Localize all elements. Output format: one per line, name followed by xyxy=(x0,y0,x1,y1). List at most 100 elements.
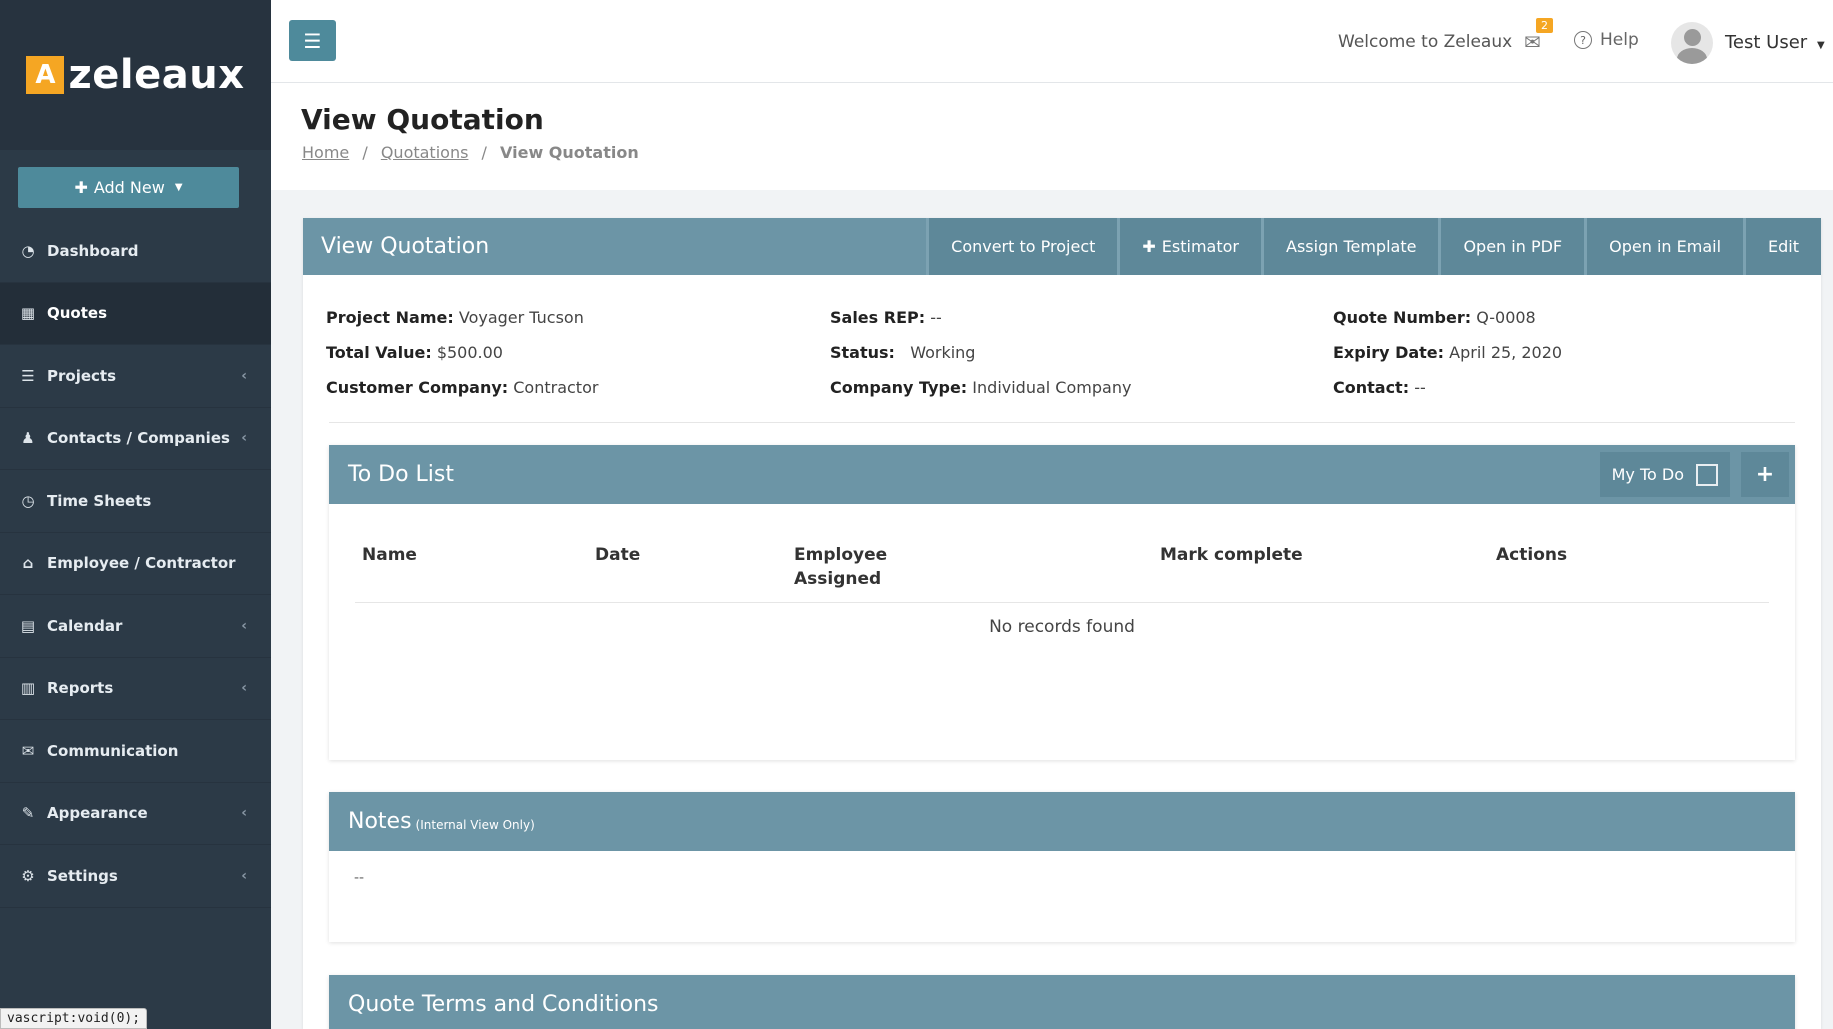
user-menu[interactable]: Test User ▼ xyxy=(1725,32,1825,53)
quotation-card: View Quotation Convert to Project ✚ Esti… xyxy=(303,218,1821,1029)
expiry-date-value: April 25, 2020 xyxy=(1449,343,1563,362)
card-title: View Quotation xyxy=(321,234,490,259)
open-in-pdf-button[interactable]: Open in PDF xyxy=(1438,218,1585,275)
sidebar-nav: ◔ Dashboard ▦ Quotes ☰ Projects ‹ ♟ Cont… xyxy=(0,220,271,908)
estimator-label: Estimator xyxy=(1161,237,1239,256)
empty-state: No records found xyxy=(989,617,1135,637)
help-link[interactable]: ? Help xyxy=(1574,30,1639,50)
my-todo-checkbox[interactable] xyxy=(1696,463,1718,486)
sales-rep-value: -- xyxy=(930,308,942,327)
contact-label: Contact: xyxy=(1333,378,1410,397)
breadcrumb-home[interactable]: Home xyxy=(302,143,349,162)
sidebar-item-label: Appearance xyxy=(47,804,148,823)
quote-number-value: Q-0008 xyxy=(1476,308,1536,327)
info-column-3: Quote Number: Q-0008 Expiry Date: April … xyxy=(1333,300,1562,405)
menu-toggle-button[interactable]: ☰ xyxy=(289,20,336,61)
sidebar-item-communication[interactable]: ✉ Communication xyxy=(0,720,271,783)
user-icon: ♟ xyxy=(21,429,35,448)
customer-company-row: Customer Company: Contractor xyxy=(326,370,598,405)
status-label: Status: xyxy=(830,343,895,362)
page-header: View Quotation Home / Quotations / View … xyxy=(271,83,1833,190)
divider xyxy=(329,422,1795,423)
sidebar-item-employee[interactable]: ⌂ Employee / Contractor xyxy=(0,533,271,595)
sidebar-item-label: Time Sheets xyxy=(47,491,152,510)
caret-down-icon: ▼ xyxy=(1816,40,1825,51)
logo[interactable]: A zeleaux xyxy=(0,0,271,150)
chevron-left-icon: ‹ xyxy=(241,367,247,384)
sidebar-item-label: Employee / Contractor xyxy=(47,554,236,573)
sidebar-item-label: Settings xyxy=(47,866,118,885)
mail-count-badge: 2 xyxy=(1536,18,1553,33)
sidebar-item-label: Quotes xyxy=(47,304,108,323)
total-value-row: Total Value: $500.00 xyxy=(326,335,598,370)
terms-panel: Quote Terms and Conditions xyxy=(329,975,1795,1029)
sidebar-item-contacts[interactable]: ♟ Contacts / Companies ‹ xyxy=(0,408,271,470)
contact-row: Contact: -- xyxy=(1333,370,1562,405)
project-name-value: Voyager Tucson xyxy=(458,308,584,327)
messages-button[interactable]: ✉ 2 xyxy=(1524,18,1553,54)
estimator-button[interactable]: ✚ Estimator xyxy=(1117,218,1261,275)
company-type-value: Individual Company xyxy=(972,378,1132,397)
sidebar-item-time-sheets[interactable]: ◷ Time Sheets xyxy=(0,470,271,533)
breadcrumb: Home / Quotations / View Quotation xyxy=(302,143,639,162)
total-value-value: $500.00 xyxy=(436,343,503,362)
avatar[interactable] xyxy=(1671,22,1713,64)
avatar-body xyxy=(1677,48,1707,64)
topbar: ☰ Welcome to Zeleaux ✉ 2 ? Help Test Use… xyxy=(271,0,1833,83)
column-header-date: Date xyxy=(595,545,641,565)
assign-template-button[interactable]: Assign Template xyxy=(1261,218,1439,275)
calculator-icon: ▦ xyxy=(20,304,36,323)
chevron-left-icon: ‹ xyxy=(241,430,247,447)
page-title: View Quotation xyxy=(301,103,544,136)
column-header-mark-complete: Mark complete xyxy=(1160,545,1303,565)
notes-panel: Notes (Internal View Only) -- xyxy=(329,792,1795,942)
company-type-row: Company Type: Individual Company xyxy=(830,370,1131,405)
breadcrumb-quotations[interactable]: Quotations xyxy=(381,143,469,162)
quote-number-label: Quote Number: xyxy=(1333,308,1472,327)
sidebar-item-reports[interactable]: ▥ Reports ‹ xyxy=(0,658,271,720)
add-new-label: Add New xyxy=(93,178,165,197)
plus-icon: ✚ xyxy=(1142,237,1156,256)
sidebar-item-label: Contacts / Companies xyxy=(47,429,230,448)
column-header-actions: Actions xyxy=(1496,545,1568,565)
sidebar-item-settings[interactable]: ⚙ Settings ‹ xyxy=(0,845,271,908)
contact-value: -- xyxy=(1414,378,1426,397)
breadcrumb-separator: / xyxy=(481,143,487,162)
expiry-date-row: Expiry Date: April 25, 2020 xyxy=(1333,335,1562,370)
notes-header: Notes (Internal View Only) xyxy=(329,792,1795,851)
sidebar-item-label: Dashboard xyxy=(47,241,139,260)
customer-company-value: Contractor xyxy=(513,378,599,397)
hamburger-icon: ☰ xyxy=(303,28,322,53)
status-row: Status: Working xyxy=(830,335,1131,370)
add-todo-button[interactable]: + xyxy=(1741,452,1789,497)
plus-icon: ✚ xyxy=(74,178,88,197)
dashboard-icon: ◔ xyxy=(21,241,35,260)
sidebar-item-calendar[interactable]: ▤ Calendar ‹ xyxy=(0,595,271,658)
add-new-button[interactable]: ✚ Add New ▼ xyxy=(18,167,239,208)
open-in-email-button[interactable]: Open in Email xyxy=(1584,218,1744,275)
chevron-left-icon: ‹ xyxy=(241,805,247,822)
edit-button[interactable]: Edit xyxy=(1743,218,1821,275)
total-value-label: Total Value: xyxy=(326,343,432,362)
user-name: Test User xyxy=(1725,32,1808,53)
sidebar-item-quotes[interactable]: ▦ Quotes xyxy=(0,282,271,345)
sidebar-item-label: Communication xyxy=(47,741,179,760)
chevron-left-icon: ‹ xyxy=(241,867,247,884)
breadcrumb-separator: / xyxy=(362,143,368,162)
sidebar-item-appearance[interactable]: ✎ Appearance ‹ xyxy=(0,783,271,845)
sidebar-item-projects[interactable]: ☰ Projects ‹ xyxy=(0,345,271,408)
bar-chart-icon: ▥ xyxy=(20,679,36,698)
calendar-icon: ▤ xyxy=(20,616,36,635)
info-column-1: Project Name: Voyager Tucson Total Value… xyxy=(326,300,598,405)
notes-subtitle: (Internal View Only) xyxy=(415,817,535,832)
sidebar-item-dashboard[interactable]: ◔ Dashboard xyxy=(0,220,271,283)
convert-to-project-button[interactable]: Convert to Project xyxy=(926,218,1118,275)
column-header-name: Name xyxy=(362,545,417,565)
plus-icon: + xyxy=(1755,462,1775,487)
my-todo-toggle[interactable]: My To Do xyxy=(1599,452,1730,497)
chevron-left-icon: ‹ xyxy=(241,680,247,697)
chevron-left-icon: ‹ xyxy=(241,617,247,634)
breadcrumb-current: View Quotation xyxy=(500,143,639,162)
envelope-icon: ✉ xyxy=(21,741,35,760)
terms-header: Quote Terms and Conditions xyxy=(329,975,1795,1029)
